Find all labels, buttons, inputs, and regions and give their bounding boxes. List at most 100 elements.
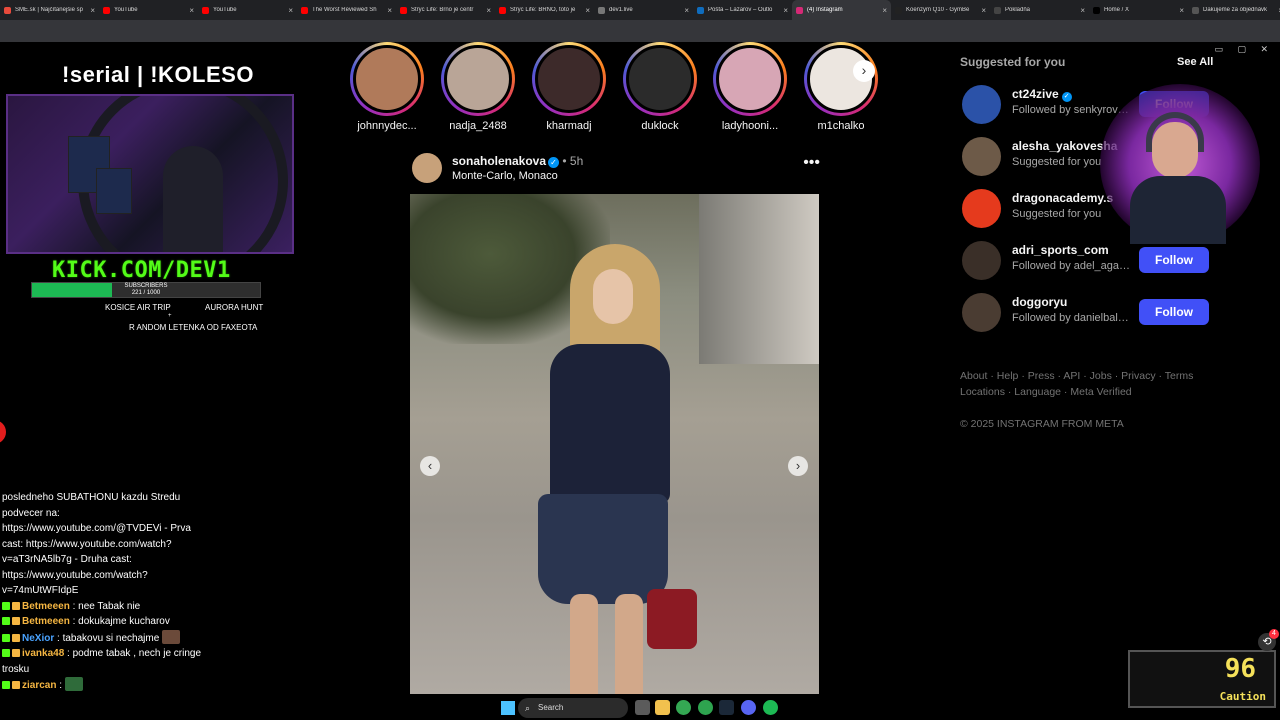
chat-username[interactable]: ivanka48 [22, 648, 64, 659]
footer-link[interactable]: Press [1028, 370, 1055, 382]
follow-button[interactable]: Follow [1139, 299, 1209, 325]
browser-tab[interactable]: YouTube × [99, 0, 198, 20]
discord-icon[interactable] [741, 700, 756, 715]
streamer-body [1130, 176, 1226, 244]
close-icon[interactable]: × [882, 6, 887, 15]
suggestion-username[interactable]: dragonacademy.s [1012, 191, 1113, 205]
chrome-icon[interactable] [676, 700, 691, 715]
browser-tab[interactable]: The Worst Reviewed Sh × [297, 0, 396, 20]
suggestion-username-text[interactable]: ct24zive [1012, 87, 1059, 101]
story-username[interactable]: kharmadj [528, 120, 610, 132]
browser-tab[interactable]: dev1.live × [594, 0, 693, 20]
chat-text: : nee Tabak nie [72, 600, 141, 612]
post-username-text[interactable]: sonaholenakova [452, 154, 546, 168]
avatar [716, 45, 784, 113]
post-location[interactable]: Monte-Carlo, Monaco [452, 170, 558, 182]
avatar[interactable] [412, 153, 442, 183]
close-icon[interactable]: × [585, 6, 590, 15]
see-all-link[interactable]: See All [1177, 56, 1213, 68]
suggestion-subtitle: Followed by danielbalo... [1012, 312, 1132, 324]
browser-tab[interactable]: Pošta – Lazarov – Outlo × [693, 0, 792, 20]
story-username[interactable]: ladyhooni... [709, 120, 791, 132]
browser-tab[interactable]: Ďakujeme za objednávk× [1188, 0, 1280, 20]
story-ring[interactable] [623, 42, 697, 116]
close-icon[interactable]: × [981, 6, 986, 15]
footer-link[interactable]: Privacy [1121, 370, 1155, 382]
browser-tab[interactable]: Strýc Life: BRNO, toto je × [495, 0, 594, 20]
close-icon[interactable]: × [783, 6, 788, 15]
footer-link[interactable]: API [1063, 370, 1080, 382]
browser-tab[interactable]: SME.sk | Najčítanejšie sp × [0, 0, 99, 20]
taskbar-search-label: Search [538, 703, 564, 712]
close-icon[interactable]: × [486, 6, 491, 15]
counter-label: Caution [1219, 690, 1266, 703]
footer-link[interactable]: Meta Verified [1070, 386, 1131, 398]
browser-tab[interactable]: Strýc Life: Brno je centr × [396, 0, 495, 20]
sub-badge-icon [12, 601, 20, 610]
window-controls[interactable]: ▭ ▢ ✕ [1214, 44, 1274, 55]
browser-tab[interactable]: Home / X × [1089, 0, 1188, 20]
story-item[interactable]: nadja_2488 [437, 42, 519, 132]
spotify-icon[interactable] [763, 700, 778, 715]
taskbar-search[interactable]: ⌕ Search [518, 698, 628, 718]
browser-tab[interactable]: Koenzym Q10 - GymBe × [891, 0, 990, 20]
story-ring[interactable] [532, 42, 606, 116]
avatar[interactable] [962, 85, 1001, 124]
close-icon[interactable]: × [684, 6, 689, 15]
browser-tab[interactable]: (4) Instagram × [792, 0, 891, 20]
footer-link[interactable]: Language [1014, 386, 1061, 398]
footer-link[interactable]: Locations [960, 386, 1005, 398]
browser-tab[interactable]: Pokladňa × [990, 0, 1089, 20]
story-username[interactable]: johnnydec... [346, 120, 428, 132]
footer-link[interactable]: Jobs [1090, 370, 1112, 382]
story-username[interactable]: nadja_2488 [437, 120, 519, 132]
story-item[interactable]: m1chalko [800, 42, 882, 132]
close-icon[interactable]: × [288, 6, 293, 15]
avatar[interactable] [962, 137, 1001, 176]
suggestion-username[interactable]: doggoryu [1012, 295, 1067, 309]
close-icon[interactable]: × [387, 6, 392, 15]
chat-username[interactable]: Betmeeen [22, 616, 70, 627]
story-ring[interactable] [350, 42, 424, 116]
app-icon[interactable] [698, 700, 713, 715]
post-image[interactable] [410, 194, 819, 694]
close-icon[interactable]: × [1179, 6, 1184, 15]
footer-link[interactable]: Terms [1165, 370, 1194, 382]
close-icon[interactable]: × [1080, 6, 1085, 15]
avatar[interactable] [962, 189, 1001, 228]
suggestion-username-text[interactable]: adri_sports_com [1012, 243, 1109, 257]
suggestion-username-text[interactable]: dragonacademy.s [1012, 191, 1113, 205]
follow-button[interactable]: Follow [1139, 247, 1209, 273]
story-item[interactable]: johnnydec... [346, 42, 428, 132]
footer-link[interactable]: Help [997, 370, 1019, 382]
browser-tab[interactable]: YouTube × [198, 0, 297, 20]
close-icon[interactable]: × [189, 6, 194, 15]
chat-username[interactable]: NeXior [22, 633, 54, 644]
chevron-right-icon[interactable]: › [853, 60, 875, 82]
story-item[interactable]: kharmadj [528, 42, 610, 132]
windows-start-icon[interactable] [501, 701, 515, 715]
suggestion-username-text[interactable]: doggoryu [1012, 295, 1067, 309]
chat-username[interactable]: ziarcan [22, 680, 56, 691]
more-options-icon[interactable]: ••• [803, 154, 820, 172]
close-icon[interactable]: × [90, 6, 95, 15]
kick-badge-icon [2, 681, 10, 689]
story-username[interactable]: m1chalko [800, 120, 882, 132]
story-ring[interactable] [441, 42, 515, 116]
footer-link[interactable]: About [960, 370, 987, 382]
file-explorer-icon[interactable] [655, 700, 670, 715]
carousel-next-icon[interactable]: › [788, 456, 808, 476]
story-username[interactable]: duklock [619, 120, 701, 132]
story-item[interactable]: ladyhooni... [709, 42, 791, 132]
carousel-prev-icon[interactable]: ‹ [420, 456, 440, 476]
post-username[interactable]: sonaholenakova ✓ • 5h [452, 154, 583, 168]
avatar[interactable] [962, 241, 1001, 280]
suggestion-username[interactable]: adri_sports_com [1012, 243, 1109, 257]
story-ring[interactable] [713, 42, 787, 116]
story-item[interactable]: duklock [619, 42, 701, 132]
avatar[interactable] [962, 293, 1001, 332]
suggestion-username[interactable]: ct24zive ✓ [1012, 87, 1072, 102]
chat-username[interactable]: Betmeeen [22, 601, 70, 612]
steam-icon[interactable] [719, 700, 734, 715]
task-view-icon[interactable] [635, 700, 650, 715]
